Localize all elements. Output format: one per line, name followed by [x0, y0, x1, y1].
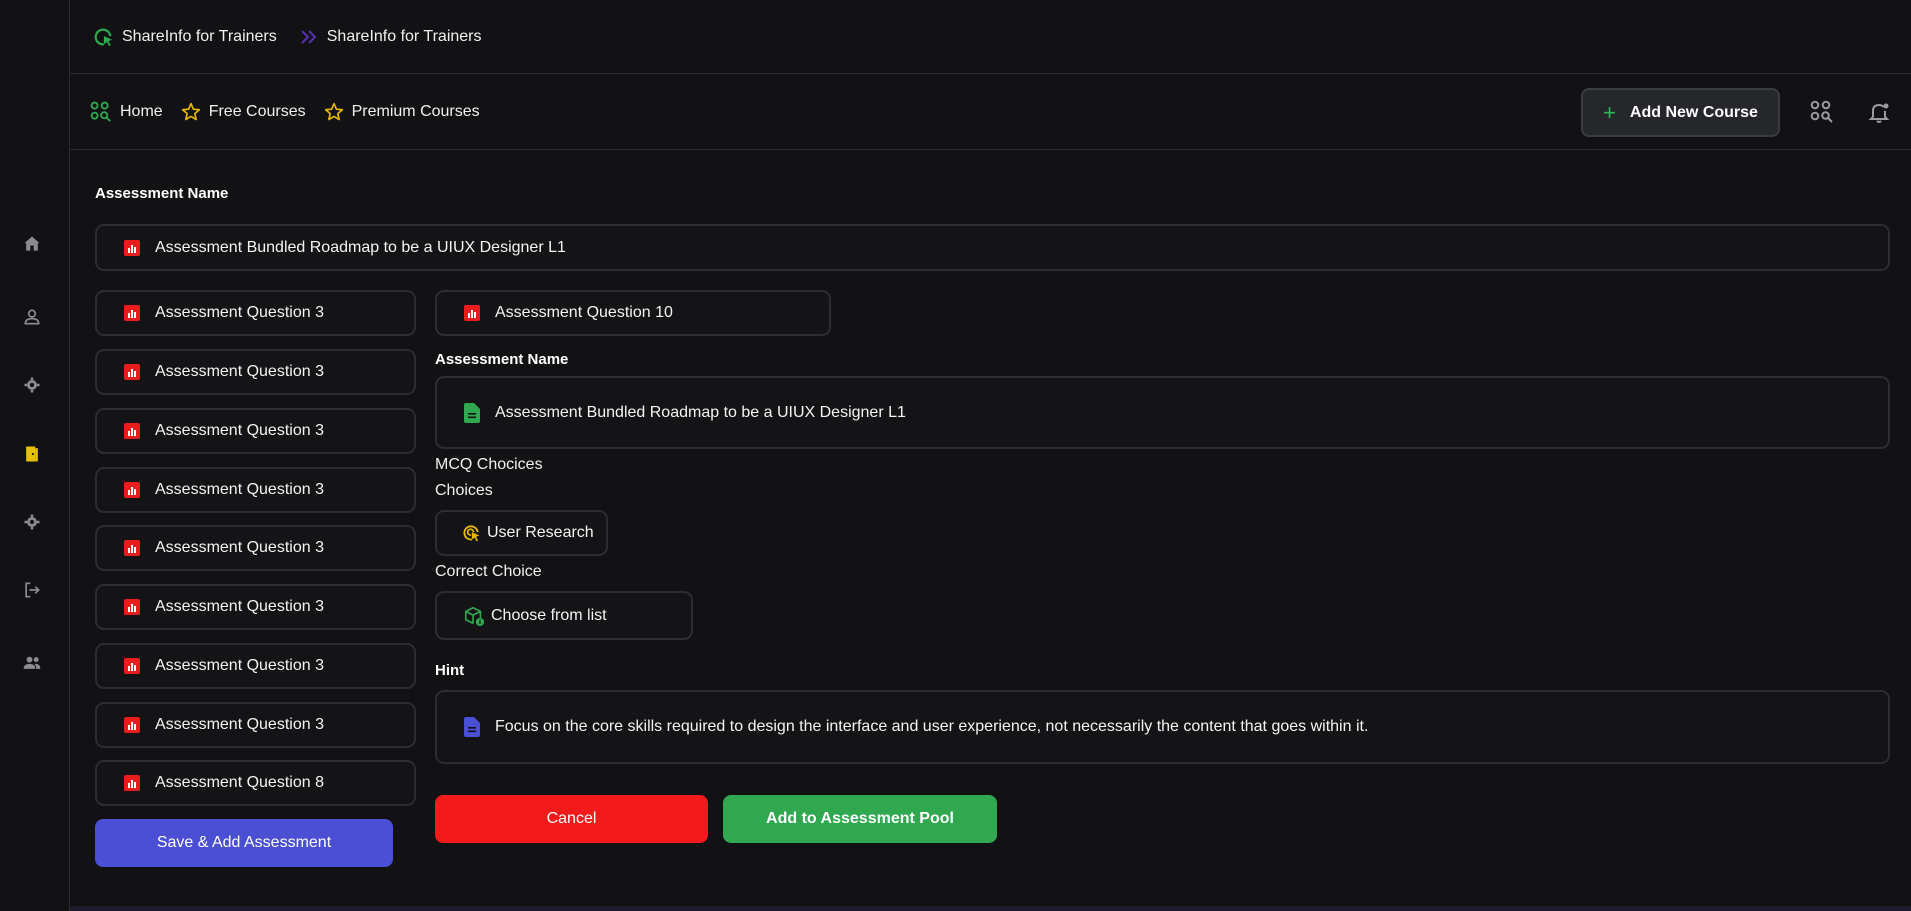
cancel-label: Cancel	[546, 810, 597, 827]
settings-icon[interactable]	[20, 373, 44, 397]
mcq-choices-label: MCQ Chocices	[435, 456, 543, 473]
add-new-course-label: Add New Course	[1629, 103, 1758, 121]
hint-label: Hint	[435, 662, 465, 679]
grid-search-icon	[90, 101, 111, 122]
nav-free-courses-label: Free Courses	[208, 103, 306, 120]
plus-icon: +	[1603, 99, 1616, 125]
add-to-pool-label: Add to Assessment Pool	[766, 810, 954, 827]
notification-bell-icon[interactable]	[1865, 98, 1893, 126]
cursor-refresh-icon	[94, 28, 113, 46]
breadcrumb-item-root[interactable]: ShareInfo for Trainers	[92, 26, 277, 48]
choices-label: Choices	[435, 482, 493, 499]
current-question-label: Assessment Question 10	[495, 304, 673, 321]
editor-name-value: Assessment Bundled Roadmap to be a UIUX …	[495, 403, 906, 421]
chevron-double-right-icon	[301, 29, 317, 44]
correct-choice-select[interactable]: Choose from list	[435, 591, 693, 640]
question-label: Assessment Question 3	[155, 539, 324, 556]
question-list-item[interactable]: Assessment Question 8	[95, 760, 416, 806]
add-new-course-button[interactable]: + Add New Course	[1581, 88, 1780, 137]
question-list-item[interactable]: Assessment Question 3	[95, 702, 416, 748]
save-add-assessment-button[interactable]: Save & Add Assessment	[95, 819, 393, 867]
nav-home-label: Home	[120, 103, 163, 120]
choice-label: User Research	[487, 524, 594, 541]
question-list-item[interactable]: Assessment Question 3	[95, 525, 416, 571]
grid-search-icon[interactable]	[1808, 98, 1836, 126]
bar-chart-icon	[123, 363, 141, 381]
bar-chart-icon	[123, 481, 141, 499]
add-to-pool-button[interactable]: Add to Assessment Pool	[723, 795, 997, 843]
breadcrumb-label: ShareInfo for Trainers	[326, 27, 482, 45]
question-list-item[interactable]: Assessment Question 3	[95, 467, 416, 513]
hint-value: Focus on the core skills required to des…	[495, 718, 1369, 735]
editor-name-label: Assessment Name	[435, 351, 569, 368]
question-label: Assessment Question 3	[155, 657, 324, 674]
logout-icon[interactable]	[20, 578, 44, 602]
bar-chart-icon	[123, 598, 141, 616]
question-label: Assessment Question 3	[155, 716, 324, 733]
bar-chart-icon	[123, 304, 141, 322]
hint-field[interactable]: Focus on the core skills required to des…	[435, 690, 1890, 764]
nav-premium-courses[interactable]: Premium Courses	[324, 102, 480, 122]
breadcrumb: ShareInfo for Trainers ShareInfo for Tra…	[70, 0, 1911, 74]
nav-home[interactable]: Home	[90, 101, 163, 123]
save-add-assessment-label: Save & Add Assessment	[156, 834, 332, 851]
nav-premium-courses-label: Premium Courses	[351, 103, 480, 120]
settings-secondary-icon[interactable]	[20, 510, 44, 534]
question-label: Assessment Question 3	[155, 304, 324, 321]
question-label: Assessment Question 3	[155, 598, 324, 615]
question-label: Assessment Question 3	[155, 422, 324, 439]
question-label: Assessment Question 8	[155, 774, 324, 791]
home-icon[interactable]	[20, 232, 44, 256]
star-icon	[181, 102, 200, 121]
bar-chart-icon	[123, 422, 141, 440]
bar-chart-icon	[123, 774, 141, 792]
assessment-name-field[interactable]: Assessment Bundled Roadmap to be a UIUX …	[95, 224, 1890, 271]
cursor-target-icon	[463, 525, 480, 542]
assessment-name-value: Assessment Bundled Roadmap to be a UIUX …	[155, 238, 566, 256]
question-list-item[interactable]: Assessment Question 3	[95, 408, 416, 454]
question-list-item[interactable]: Assessment Question 3	[95, 349, 416, 395]
bar-chart-icon	[123, 716, 141, 734]
nav-free-courses[interactable]: Free Courses	[181, 102, 306, 122]
bar-chart-icon	[123, 657, 141, 675]
user-icon[interactable]	[20, 305, 44, 329]
correct-choice-placeholder: Choose from list	[491, 606, 607, 624]
users-icon[interactable]	[20, 651, 44, 675]
box-info-icon	[464, 606, 485, 626]
document-icon	[463, 717, 481, 737]
cancel-button[interactable]: Cancel	[435, 795, 708, 843]
breadcrumb-label: ShareInfo for Trainers	[122, 27, 277, 45]
editor-name-field[interactable]: Assessment Bundled Roadmap to be a UIUX …	[435, 376, 1890, 449]
breadcrumb-item-current[interactable]: ShareInfo for Trainers	[327, 28, 482, 46]
current-question-tab[interactable]: Assessment Question 10	[435, 290, 831, 336]
question-list-item[interactable]: Assessment Question 3	[95, 290, 416, 336]
correct-choice-label: Correct Choice	[435, 563, 542, 580]
question-list-item[interactable]: Assessment Question 3	[95, 643, 416, 689]
question-label: Assessment Question 3	[155, 481, 324, 498]
document-icon	[463, 402, 481, 423]
question-label: Assessment Question 3	[155, 363, 324, 380]
choice-chip-user-research[interactable]: User Research	[435, 510, 608, 556]
question-list-item[interactable]: Assessment Question 3	[95, 584, 416, 630]
bar-chart-icon	[123, 539, 141, 557]
star-icon	[324, 102, 343, 121]
sidebar	[0, 0, 70, 911]
door-icon[interactable]	[20, 442, 44, 466]
bar-chart-icon	[463, 304, 481, 322]
bottom-scrollbar	[70, 906, 1911, 911]
bar-chart-icon	[123, 239, 141, 257]
assessment-name-label: Assessment Name	[95, 185, 229, 202]
